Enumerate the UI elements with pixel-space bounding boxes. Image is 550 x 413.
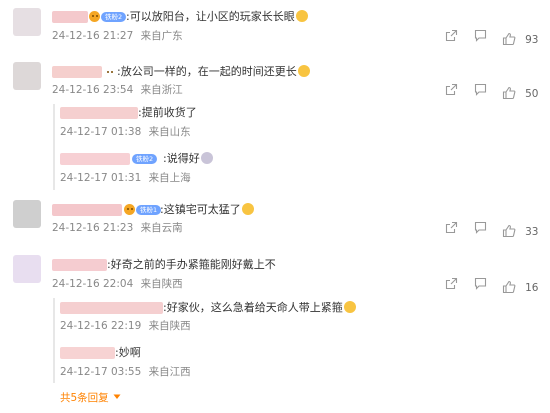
- view-more-replies-link[interactable]: 共5条回复: [60, 392, 121, 405]
- comment-location: 来自广东: [140, 30, 183, 42]
- comment-meta: 24-12-16 21:27 来自广东: [52, 30, 183, 43]
- like-count: 93: [525, 34, 539, 46]
- avatar[interactable]: [13, 8, 41, 36]
- comment-icon: [474, 221, 487, 234]
- fan-badge-label: 铁粉2: [101, 11, 127, 22]
- username[interactable]: [60, 153, 130, 165]
- username[interactable]: [60, 302, 163, 314]
- chevron-down-icon: [113, 394, 121, 399]
- avatar[interactable]: [13, 200, 41, 228]
- like-icon: [502, 32, 516, 45]
- avatar[interactable]: [13, 255, 41, 283]
- like-button[interactable]: 50: [502, 82, 538, 101]
- reply-text: :妙啊: [115, 346, 141, 359]
- username[interactable]: [60, 107, 138, 119]
- reply-divider: [53, 104, 55, 190]
- reply-time: 24-12-17 01:38: [60, 126, 142, 138]
- share-button[interactable]: [445, 83, 458, 96]
- like-icon: [502, 280, 516, 293]
- reply-location: 来自上海: [148, 172, 191, 184]
- reply-meta: 24-12-17 01:38 来自山东: [60, 126, 191, 139]
- like-icon: [502, 86, 516, 99]
- like-count: 33: [525, 226, 539, 238]
- comment-time: 24-12-16 21:23: [52, 222, 134, 234]
- like-button[interactable]: 16: [502, 276, 538, 295]
- comment-time: 24-12-16 23:54: [52, 84, 134, 96]
- username[interactable]: [60, 347, 115, 359]
- share-icon: [445, 277, 458, 290]
- comment-time: 24-12-16 22:04: [52, 278, 134, 290]
- reply-time: 24-12-17 01:31: [60, 172, 142, 184]
- emoji-icon: [297, 65, 310, 77]
- fan-badge: 铁粉2: [131, 153, 158, 164]
- reply-meta: 24-12-17 01:31 来自上海: [60, 172, 191, 185]
- comment-button[interactable]: [474, 277, 487, 290]
- share-icon: [445, 83, 458, 96]
- share-icon: [445, 29, 458, 42]
- reply-time: 24-12-17 03:55: [60, 366, 142, 378]
- reply-meta: 24-12-17 03:55 来自江西: [60, 366, 191, 379]
- emoji-icon: [241, 203, 254, 215]
- like-count: 50: [525, 88, 539, 100]
- reply-location: 来自陕西: [148, 320, 191, 332]
- reply-divider: [53, 298, 55, 383]
- comment-button[interactable]: [474, 29, 487, 42]
- comment-button[interactable]: [474, 83, 487, 96]
- fan-badge: 铁粉2: [89, 11, 127, 22]
- comment-icon: [474, 277, 487, 290]
- reply-location: 来自山东: [148, 126, 191, 138]
- like-count: 16: [525, 282, 539, 294]
- username[interactable]: [52, 204, 122, 216]
- comment-location: 来自云南: [140, 222, 183, 234]
- emoji-icon: [295, 10, 308, 22]
- fan-badge-label: 铁粉2: [132, 153, 158, 164]
- username[interactable]: [52, 259, 107, 271]
- comment-text: :放公司一样的，在一起的时间还更长: [117, 65, 310, 79]
- like-button[interactable]: 93: [502, 28, 538, 47]
- fan-badge: 铁粉1: [124, 204, 162, 215]
- comment-button[interactable]: [474, 221, 487, 234]
- avatar[interactable]: [13, 62, 41, 90]
- comment-icon: [474, 83, 487, 96]
- emoji-icon: [343, 301, 356, 313]
- emoji-icon: [200, 152, 213, 164]
- reply-text: :提前收货了: [138, 106, 197, 119]
- comment-meta: 24-12-16 22:04 来自陕西: [52, 278, 183, 291]
- reply-meta: 24-12-16 22:19 来自陕西: [60, 320, 191, 333]
- reply-text: :说得好: [163, 152, 213, 166]
- username[interactable]: [52, 11, 88, 23]
- comment-text: :可以放阳台，让小区的玩家长长眼: [126, 10, 308, 24]
- reply-time: 24-12-16 22:19: [60, 320, 142, 332]
- comment-time: 24-12-16 21:27: [52, 30, 134, 42]
- more-replies-label: 共5条回复: [60, 392, 109, 404]
- comment-meta: 24-12-16 21:23 来自云南: [52, 222, 183, 235]
- share-icon: [445, 221, 458, 234]
- fan-face-icon: [89, 11, 100, 22]
- comment-location: 来自浙江: [140, 84, 183, 96]
- comment-text: :好奇之前的手办紧箍能刚好戴上不: [107, 258, 276, 271]
- comment-location: 来自陕西: [140, 278, 183, 290]
- share-button[interactable]: [445, 277, 458, 290]
- comment-icon: [474, 29, 487, 42]
- comment-text: :这镇宅可太猛了: [160, 203, 254, 217]
- fan-face-icon: [124, 204, 135, 215]
- fan-badge-label: 铁粉1: [136, 204, 162, 215]
- reply-location: 来自江西: [148, 366, 191, 378]
- share-button[interactable]: [445, 29, 458, 42]
- reply-text: :好家伙，这么急着给天命人带上紧箍: [163, 301, 356, 315]
- share-button[interactable]: [445, 221, 458, 234]
- like-button[interactable]: 33: [502, 220, 538, 239]
- comment-meta: 24-12-16 23:54 来自浙江: [52, 84, 183, 97]
- username[interactable]: [52, 66, 102, 78]
- like-icon: [502, 224, 516, 237]
